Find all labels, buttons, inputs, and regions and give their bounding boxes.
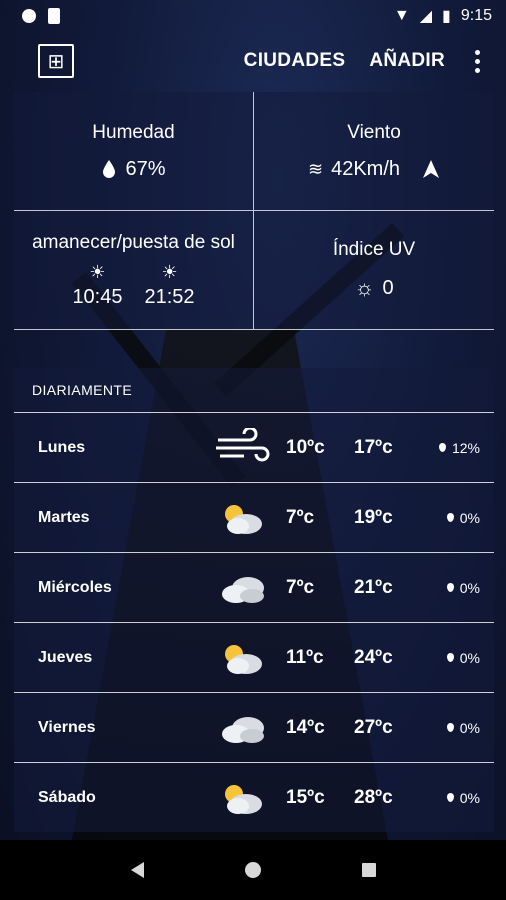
wind-direction-arrow-icon <box>423 160 440 178</box>
rain-chance: 0% <box>459 649 480 666</box>
rain-chance: 12% <box>451 439 480 456</box>
forecast-row[interactable]: Viernes 14ºc 27ºc 0% <box>14 693 494 763</box>
system-navigation-bar <box>0 840 506 900</box>
sunrise-time: 10:45 <box>72 285 123 308</box>
rain-drop-icon <box>446 653 454 662</box>
forecast-max-temp: 17ºc <box>354 436 393 458</box>
forecast-min-temp: 15ºc <box>286 786 325 808</box>
forecast-max-temp: 24ºc <box>354 646 393 668</box>
recent-apps-icon[interactable] <box>361 863 376 877</box>
wind-label: Viento <box>347 121 401 143</box>
humidity-value: 67% <box>125 157 166 180</box>
sd-card-icon <box>48 8 60 24</box>
forecast-row[interactable]: Martes 7ºc 19ºc 0% <box>14 483 494 553</box>
rain-chance: 0% <box>459 579 480 596</box>
water-drop-icon <box>103 160 116 178</box>
notification-dot-icon <box>22 9 36 23</box>
wifi-icon: ▼ <box>393 7 410 24</box>
forecast-min-temp: 7ºc <box>286 576 315 598</box>
wind-gust-icon: ≋ <box>307 158 324 179</box>
forecast-row[interactable]: Sábado 15ºc 28ºc 0% <box>14 763 494 832</box>
wind-value: 42Km/h <box>331 157 401 180</box>
sunrise-sunset-label: amanecer/puesta de sol <box>32 231 235 253</box>
status-bar: ▼ ◢ ▮ 9:15 <box>0 0 506 32</box>
sunrise-sunset-card: amanecer/puesta de sol ☀ 10:45 ☀ 21:52 <box>14 211 254 330</box>
daily-header: DIARIAMENTE <box>14 368 494 413</box>
wind-icon <box>216 427 270 461</box>
forecast-row[interactable]: Lunes 10ºc 17ºc 12% <box>14 413 494 483</box>
add-button[interactable]: AÑADIR <box>369 50 445 72</box>
forecast-min-temp: 10ºc <box>286 436 325 458</box>
partly-cloudy-icon <box>225 644 262 674</box>
forecast-row[interactable]: Miércoles 7ºc 21ºc 0% <box>14 553 494 623</box>
forecast-day: Viernes <box>38 718 96 736</box>
forecast-max-temp: 19ºc <box>354 506 393 528</box>
rain-drop-icon <box>446 583 454 592</box>
uv-index-card: Índice UV ☼ 0 <box>254 211 494 330</box>
sun-icon: ☼ <box>354 275 375 300</box>
uv-index-value: 0 <box>382 276 394 299</box>
rain-drop-icon <box>446 793 454 802</box>
rain-chance: 0% <box>459 789 480 806</box>
forecast-day: Lunes <box>38 438 86 456</box>
forecast-day: Martes <box>38 508 90 526</box>
signal-icon: ◢ <box>419 8 433 25</box>
back-icon[interactable] <box>130 862 144 878</box>
rain-chance: 0% <box>459 509 480 526</box>
forecast-day: Sábado <box>38 788 96 806</box>
rain-chance: 0% <box>459 719 480 736</box>
app-bar: ⊞ CIUDADES AÑADIR <box>0 32 506 90</box>
partly-cloudy-icon <box>225 784 262 814</box>
forecast-row[interactable]: Jueves 11ºc 24ºc 0% <box>14 623 494 693</box>
rain-drop-icon <box>446 723 454 732</box>
forecast-min-temp: 14ºc <box>286 716 325 738</box>
conditions-panel: Humedad 67% Viento ≋ 42Km/h amanecer/pue… <box>14 92 494 330</box>
status-time: 9:15 <box>460 7 492 24</box>
map-logo-icon[interactable]: ⊞ <box>38 44 74 78</box>
humidity-card: Humedad 67% <box>14 92 254 211</box>
humidity-label: Humedad <box>92 121 175 143</box>
wind-card: Viento ≋ 42Km/h <box>254 92 494 211</box>
rain-drop-icon <box>446 513 454 522</box>
forecast-min-temp: 7ºc <box>286 506 315 528</box>
sunset-icon: ☀ <box>161 261 178 282</box>
partly-cloudy-icon <box>225 504 262 534</box>
forecast-day: Miércoles <box>38 578 112 596</box>
forecast-max-temp: 28ºc <box>354 786 393 808</box>
sunrise-icon: ☀ <box>89 261 106 282</box>
rain-drop-icon <box>438 443 446 452</box>
cities-button[interactable]: CIUDADES <box>244 50 346 72</box>
forecast-min-temp: 11ºc <box>286 646 324 668</box>
home-icon[interactable] <box>244 862 261 878</box>
battery-icon: ▮ <box>442 8 451 25</box>
cloud-icon <box>222 716 264 743</box>
forecast-max-temp: 21ºc <box>354 576 393 598</box>
forecast-day: Jueves <box>38 648 93 666</box>
cloud-icon <box>222 576 264 603</box>
daily-forecast: DIARIAMENTE Lunes 10ºc 17ºc 12% Martes 7… <box>14 368 494 832</box>
forecast-max-temp: 27ºc <box>354 716 393 738</box>
more-options-icon[interactable] <box>469 46 486 77</box>
sunset-time: 21:52 <box>144 285 195 308</box>
uv-index-label: Índice UV <box>332 239 416 260</box>
